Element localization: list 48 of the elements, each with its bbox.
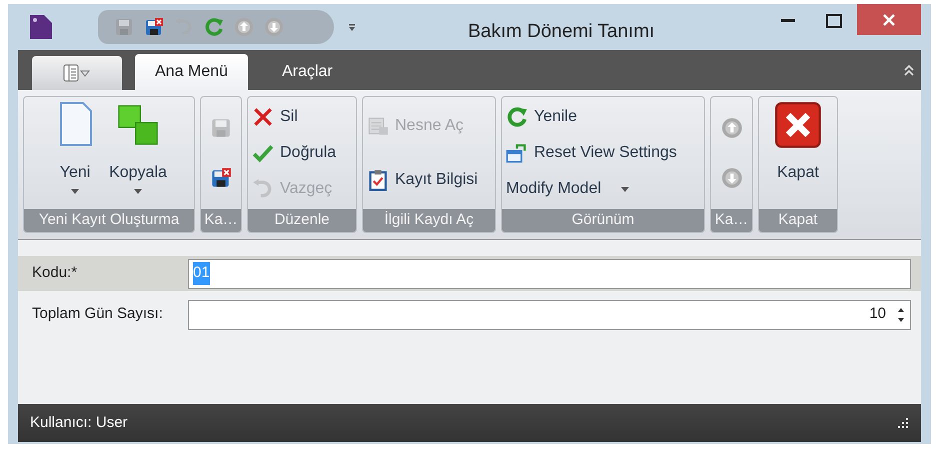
app-menu-button[interactable] — [32, 56, 122, 90]
refresh-icon — [506, 106, 528, 128]
ribbon-group-title: Düzenle — [248, 209, 356, 232]
up-arrow-circle-icon — [720, 117, 742, 139]
undo-arrow-icon — [252, 178, 274, 200]
close-button[interactable] — [857, 4, 921, 35]
ribbon-tab[interactable]: Ana Menü — [135, 54, 248, 90]
ribbon-group-title: Görünüm — [502, 209, 704, 232]
ribbon-button[interactable]: Modify Model — [506, 177, 700, 201]
ribbon-group-title: Kapat — [759, 209, 837, 232]
ribbon-button[interactable]: Yeni — [51, 101, 100, 209]
ribbon-button[interactable]: Sil — [252, 105, 352, 129]
window-arrow-icon — [506, 142, 528, 164]
down-arrow-circle-icon — [720, 167, 742, 189]
floppy-disk-cross-icon — [210, 167, 232, 189]
document-table-icon — [367, 115, 389, 137]
ribbon-button[interactable]: Reset View Settings — [506, 141, 700, 165]
minimize-icon — [781, 19, 795, 23]
ribbon-group-title: Ka… — [201, 209, 241, 232]
refresh-icon — [204, 17, 224, 37]
ribbon-group-title: Ka… — [711, 209, 752, 232]
sidebar-caret-icon — [63, 64, 91, 82]
checkmark-icon — [252, 142, 274, 164]
close-icon — [774, 101, 822, 149]
window-title: Bakım Dönemi Tanımı — [468, 22, 655, 41]
ribbon-group-title: İlgili Kaydı Aç — [363, 209, 495, 232]
down-arrow-circle-icon — [264, 17, 284, 37]
ribbon-icon-button[interactable] — [209, 166, 233, 190]
resize-grip-icon[interactable] — [897, 417, 909, 429]
ribbon-button[interactable]: Doğrula — [252, 141, 352, 165]
clipboard-check-icon — [367, 169, 389, 191]
floppy-disk-cross-icon — [144, 17, 164, 37]
up-arrow-circle-icon — [234, 17, 254, 37]
ribbon-group-title: Yeni Kayıt Oluşturma — [24, 209, 194, 232]
ribbon-button[interactable]: Kapat — [774, 101, 822, 209]
collapse-ribbon-icon[interactable] — [903, 63, 915, 77]
close-icon — [882, 12, 896, 26]
cross-icon — [252, 106, 274, 128]
field-label: Kodu:* — [32, 263, 78, 284]
ribbon-button[interactable]: Kayıt Bilgisi — [367, 168, 491, 192]
ribbon-button[interactable]: Kopyala — [109, 101, 167, 209]
number-spin-field[interactable]: 10 — [188, 300, 911, 330]
maximize-icon — [826, 14, 842, 28]
customize-toolbar-icon[interactable] — [348, 22, 356, 32]
status-text: Kullanıcı: User — [30, 412, 128, 433]
field-label: Toplam Gün Sayısı: — [32, 304, 164, 324]
ribbon-tab[interactable]: Araçlar — [248, 54, 367, 90]
ribbon-button[interactable]: Yenile — [506, 105, 700, 129]
